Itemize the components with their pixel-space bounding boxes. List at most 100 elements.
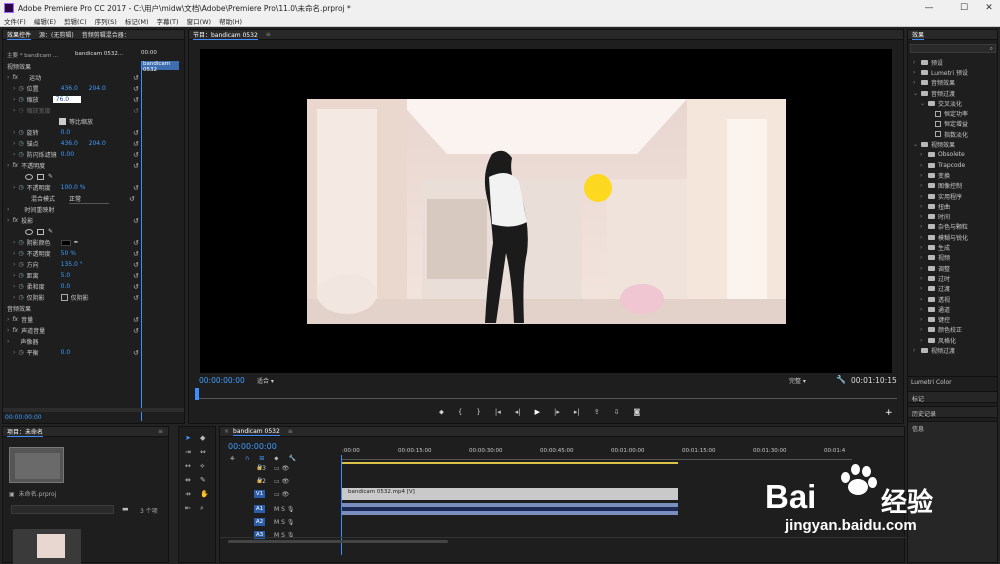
menu-clip[interactable]: 剪辑(C) xyxy=(60,16,91,26)
shadow-opacity-param[interactable]: › ◷ 不透明度 50 % ↺ xyxy=(13,248,196,259)
extract-icon[interactable]: ⇩ xyxy=(614,408,620,417)
effects-tree-item[interactable]: ⌄ 视频效果 xyxy=(913,139,955,149)
timeline-timecode[interactable]: 00:00:00:00 xyxy=(228,442,277,451)
mark-in-icon[interactable]: { xyxy=(458,408,462,417)
effects-tree-item[interactable]: ⌄ 交叉淡化 xyxy=(920,98,962,108)
position-param[interactable]: › ◷ 位置 436.0 204.0 ↺ xyxy=(13,83,196,94)
effects-tree-item[interactable]: › Obsolete xyxy=(920,150,965,160)
project-search-input[interactable] xyxy=(11,505,114,514)
effects-tree-item[interactable]: 指数淡化 xyxy=(927,129,968,139)
panel-menu-icon[interactable]: ≡ xyxy=(288,428,293,435)
channel-volume-effect[interactable]: › fx 声道音量 ↺ xyxy=(7,325,190,336)
fit-dropdown[interactable]: 适合 ▾ xyxy=(257,376,274,385)
video-frame[interactable] xyxy=(200,49,892,373)
effects-tree-item[interactable]: › 图像控制 xyxy=(920,181,962,191)
effects-tree-item[interactable]: › 生成 xyxy=(920,242,950,252)
effects-tree-item[interactable]: › 键控 xyxy=(920,315,950,325)
tab-program[interactable]: 节目：bandicam 0532 xyxy=(193,30,258,40)
menu-title[interactable]: 字幕(T) xyxy=(153,16,183,26)
panel-menu-icon[interactable]: ≡ xyxy=(266,31,271,38)
track-v3-icons[interactable]: ▭ 👁 xyxy=(274,465,289,472)
project-item-thumbnail[interactable] xyxy=(13,529,81,564)
tab-effects[interactable]: 效果 xyxy=(912,30,925,40)
master-clip-label[interactable]: 主要 * bandicam ... xyxy=(7,51,58,59)
lift-icon[interactable]: ⇪ xyxy=(594,408,600,417)
shadow-color-param[interactable]: › ◷ 阴影颜色 ✒ ↺ xyxy=(13,237,196,248)
menu-sequence[interactable]: 序列(S) xyxy=(91,16,121,26)
track-a2-controls[interactable]: M S 🎙 xyxy=(274,519,294,526)
slip-tool-icon[interactable]: ⇹ xyxy=(185,476,191,484)
play-icon[interactable]: ▶ xyxy=(535,408,540,417)
step-forward-icon[interactable]: |▸ xyxy=(554,408,560,417)
effects-tree-item[interactable]: › 实用程序 xyxy=(920,191,962,201)
hand-tool-icon[interactable]: ✋ xyxy=(200,490,209,498)
effects-tree-item[interactable]: › 调整 xyxy=(920,263,950,273)
effects-tree-item[interactable]: › Lumetri 预设 xyxy=(913,67,968,77)
camera-icon[interactable]: ◙ xyxy=(633,408,640,417)
rolling-edit-tool-icon[interactable]: ⇔ xyxy=(200,448,206,456)
effects-tree-item[interactable]: › 视频过渡 xyxy=(913,345,955,355)
effects-tree-item[interactable]: › 预设 xyxy=(913,57,943,67)
snap-icon[interactable]: ∩ xyxy=(245,455,249,463)
go-to-in-icon[interactable]: |◂ xyxy=(495,408,501,417)
effects-tree-item[interactable]: › 音频效果 xyxy=(913,78,955,88)
maximize-icon[interactable]: ☐ xyxy=(950,0,978,16)
menu-file[interactable]: 文件(F) xyxy=(0,16,30,26)
track-a2-target[interactable]: A2 xyxy=(254,518,265,526)
track-v2-label[interactable]: V2 xyxy=(258,478,266,485)
menu-edit[interactable]: 编辑(E) xyxy=(30,16,60,26)
tab-sequence[interactable]: bandicam 0532 xyxy=(233,428,280,436)
history-panel[interactable]: 历史记录 xyxy=(907,406,998,418)
rate-stretch-tool-icon[interactable]: ↔ xyxy=(185,462,191,470)
effects-tree-item[interactable]: › 模糊与锐化 xyxy=(920,232,968,242)
add-marker-icon[interactable]: ⬥ xyxy=(274,455,278,463)
track-a1-controls[interactable]: M S 🎙 xyxy=(274,506,294,513)
tab-source[interactable]: 源：(无剪辑) xyxy=(39,30,74,39)
timeline-ruler[interactable]: :00:00 00:00:15:00 00:00:30:00 00:00:45:… xyxy=(342,442,852,460)
effects-tree-item[interactable]: › 扭曲 xyxy=(920,201,950,211)
panel-menu-icon[interactable]: ≡ xyxy=(158,428,163,435)
reset-icon[interactable]: ↺ xyxy=(133,74,139,82)
time-remap-effect[interactable]: › 时间重映射 xyxy=(7,204,190,215)
minimize-icon[interactable]: — xyxy=(915,0,943,16)
scale-param[interactable]: › ◷ 缩放 76.0 ↺ xyxy=(13,94,196,105)
anchor-param[interactable]: › ◷ 锚点 436.0 204.0 ↺ xyxy=(13,138,196,149)
audio-clip[interactable] xyxy=(342,503,678,515)
effects-tree-item[interactable]: › 视频 xyxy=(920,253,950,263)
effects-tree-item[interactable]: › 透视 xyxy=(920,294,950,304)
tab-project[interactable]: 项目：未命名 xyxy=(7,427,44,437)
balance-param[interactable]: › ◷ 平衡 0.0 ↺ xyxy=(13,347,196,358)
mask-tools[interactable]: ✎ xyxy=(25,171,208,182)
slide-tool-icon[interactable]: ⇸ xyxy=(185,490,191,498)
close-tab-icon[interactable]: × xyxy=(224,428,229,435)
selection-tool-icon[interactable]: ➤ xyxy=(185,434,191,442)
effects-tree-item[interactable]: › 杂色与颗粒 xyxy=(920,222,968,232)
effects-tree-item[interactable]: › 颜色校正 xyxy=(920,325,962,335)
volume-effect[interactable]: › fx 音量 ↺ xyxy=(7,314,190,325)
linked-selection-icon[interactable]: ⊞ xyxy=(259,455,264,463)
track-v2-icons[interactable]: ▭ 👁 xyxy=(274,478,289,485)
drop-shadow-effect[interactable]: › fx 投影 ↺ xyxy=(7,215,190,226)
rotation-param[interactable]: › ◷ 旋转 0.0 ↺ xyxy=(13,127,196,138)
blend-mode-param[interactable]: 混合模式 正常 ↺ xyxy=(31,193,214,204)
razor-tool-icon[interactable]: ⟡ xyxy=(200,462,205,471)
track-a1-target[interactable]: A1 xyxy=(254,505,265,513)
zoom-tool-icon[interactable]: ⌕ xyxy=(200,504,204,513)
pen-tool-icon[interactable]: ✎ xyxy=(200,476,206,484)
wrench-icon[interactable]: 🔧 xyxy=(836,375,846,384)
ripple-edit-tool-icon[interactable]: ⇥ xyxy=(185,448,191,456)
go-to-out-icon[interactable]: ▸| xyxy=(574,408,580,417)
softness-param[interactable]: › ◷ 柔和度 0.0 ↺ xyxy=(13,281,196,292)
settings-wrench-icon[interactable]: 🔧 xyxy=(288,455,295,463)
track-select-tool-icon[interactable]: ◆ xyxy=(200,434,205,442)
menu-marker[interactable]: 标记(M) xyxy=(121,16,153,26)
nest-icon[interactable]: ⎈ xyxy=(230,455,235,463)
track-v1-icons[interactable]: ▭ 👁 xyxy=(274,491,289,498)
motion-effect[interactable]: › fx 运动 ↺ xyxy=(7,72,190,83)
tab-effect-controls[interactable]: 效果控件 xyxy=(7,30,32,40)
effects-tree-item[interactable]: › 过时 xyxy=(920,273,950,283)
menu-help[interactable]: 帮助(H) xyxy=(215,16,246,26)
ec-scrollbar[interactable] xyxy=(3,408,184,412)
effects-tree-item[interactable]: › 通道 xyxy=(920,304,950,314)
effects-tree-item[interactable]: › Trapcode xyxy=(920,160,965,170)
